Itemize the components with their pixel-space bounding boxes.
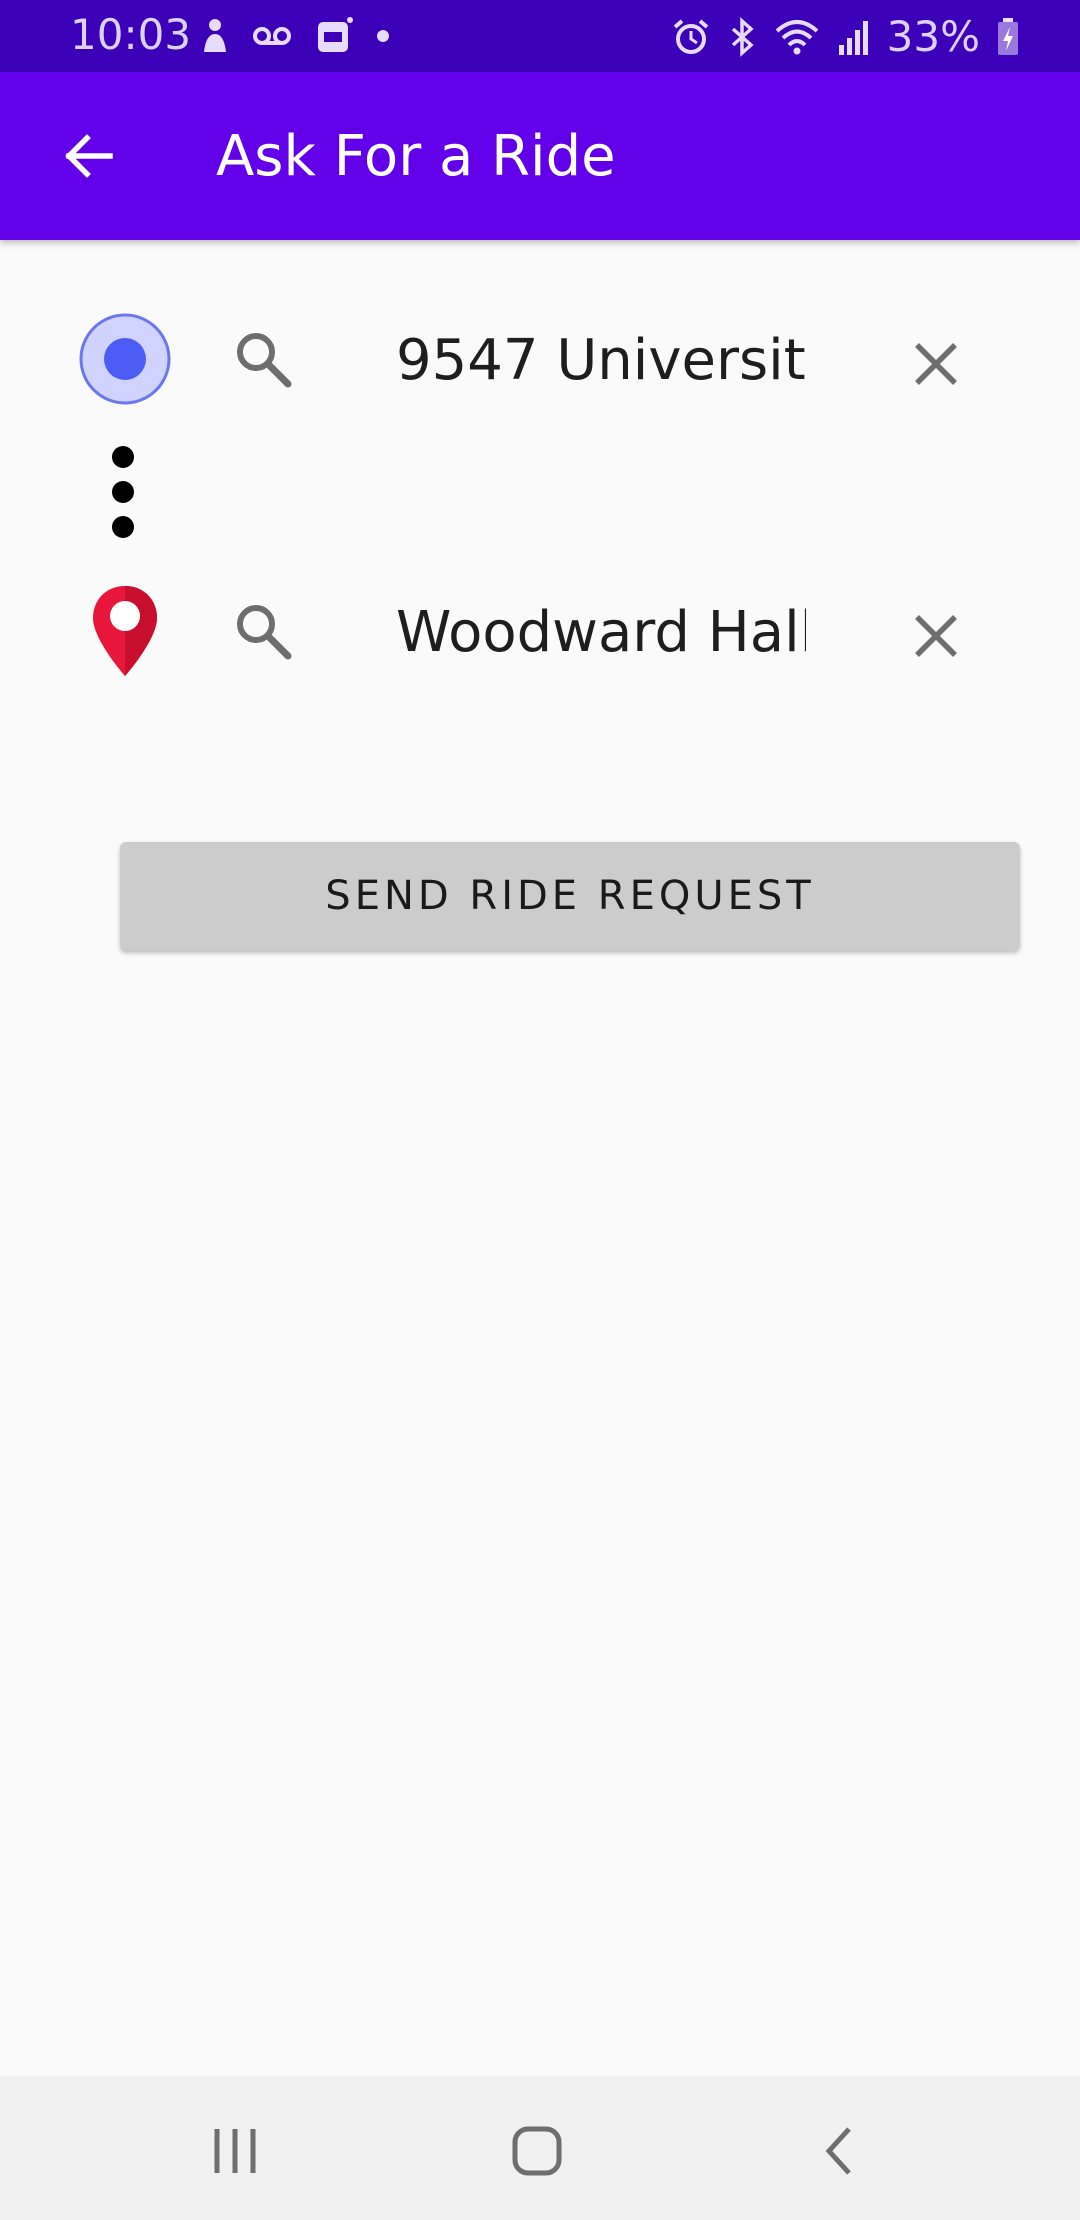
status-bar: 10:03 33% [0,0,1080,72]
home-icon [512,2126,562,2176]
current-location-icon [78,312,172,406]
signal-icon [838,20,868,55]
system-nav-bar [0,2076,1080,2220]
battery-percent: 33% [886,12,980,61]
battery-charging-icon [998,17,1018,55]
destination-input[interactable] [396,586,806,678]
send-ride-request-button[interactable]: SEND RIDE REQUEST [120,842,1020,950]
wifi-icon [775,19,818,54]
voicemail-icon [253,27,291,45]
origin-clear-button[interactable] [898,326,974,402]
notification-icons [200,16,390,56]
destination-clear-button[interactable] [898,598,974,674]
dot-icon [377,30,389,42]
origin-input[interactable] [396,314,806,406]
route-dot [112,481,134,503]
route-dot [112,446,134,468]
page-title: Ask For a Ride [216,124,616,189]
close-icon [915,343,957,385]
status-time: 10:03 [70,10,192,59]
route-dot [112,516,134,538]
origin-row [0,300,1080,420]
destination-row [0,572,1080,692]
recents-icon [214,2129,256,2173]
person-notification-icon [204,19,226,52]
destination-search-icon[interactable] [232,600,296,664]
back-button[interactable] [46,114,130,198]
bluetooth-icon [731,16,754,57]
recents-button[interactable] [180,2106,290,2196]
chevron-left-icon [825,2127,851,2175]
arrow-left-icon [65,134,113,178]
origin-search-icon[interactable] [232,328,296,392]
system-icons: 33% [671,12,1020,61]
close-icon [915,615,957,657]
route-dots [112,446,138,542]
app-bar: Ask For a Ride [0,72,1080,240]
app-notification-icon [318,17,353,52]
alarm-icon [673,18,708,54]
system-back-button[interactable] [786,2106,896,2196]
home-button[interactable] [482,2106,592,2196]
map-pin-icon [78,584,172,678]
